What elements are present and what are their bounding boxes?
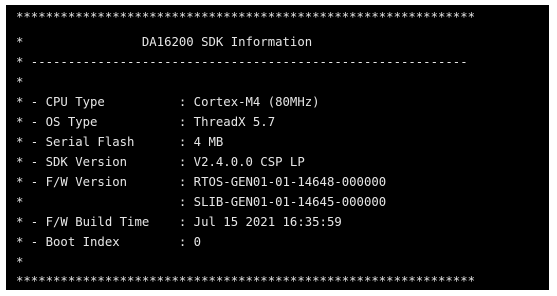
os-type-line: * - OS Type : ThreadX 5.7 [16,115,276,129]
serial-flash-line: * - Serial Flash : 4 MB [16,135,224,149]
sdk-information-title: * DA16200 SDK Information [16,35,313,49]
blank-line: * [16,75,24,89]
fw-version-line: * - F/W Version : RTOS-GEN01-01-14648-00… [16,175,387,189]
sdk-version-line: * - SDK Version : V2.4.0.0 CSP LP [16,155,305,169]
screenshot-frame: ****************************************… [0,0,557,296]
fw-version-continued-line: * : SLIB-GEN01-01-14645-000000 [16,195,387,209]
border-bottom-line: ****************************************… [16,274,476,288]
terminal-console: ****************************************… [6,5,549,290]
fw-build-time-line: * - F/W Build Time : Jul 15 2021 16:35:5… [16,215,342,229]
boot-index-line: * - Boot Index : 0 [16,235,202,249]
separator-line: * --------------------------------------… [16,55,468,69]
border-top-line: ****************************************… [16,10,476,24]
blank-line: * [16,255,24,269]
cpu-type-line: * - CPU Type : Cortex-M4 (80MHz) [16,95,320,109]
